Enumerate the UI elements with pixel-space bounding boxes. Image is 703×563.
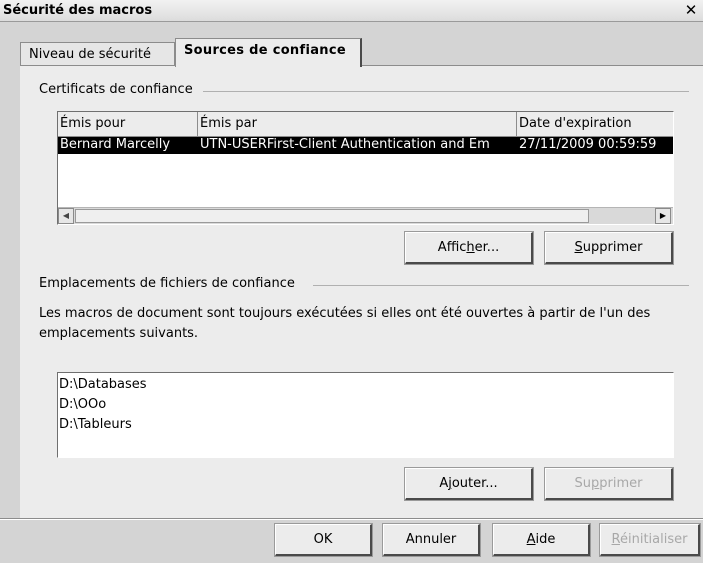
locations-group-label: Emplacements de fichiers de confiance [39,276,299,291]
button-label: upprimer [582,240,643,255]
locations-description: Les macros de document sont toujours exé… [39,306,651,341]
button-accel: R [611,532,620,547]
button-accel: h [466,240,475,255]
tab-security-level[interactable]: Niveau de sécurité [20,42,175,67]
window-title: Sécurité des macros [3,3,153,18]
column-header-issued-by[interactable]: Émis par [198,112,517,137]
button-label: er... [474,240,500,255]
ok-button[interactable]: OK [274,523,373,557]
button-label: primer [599,476,643,491]
group-divider [203,91,689,92]
cell-expiration: 27/11/2009 00:59:59 [519,137,657,152]
cell-issued-to: Bernard Marcelly [60,137,171,152]
column-header-expiration[interactable]: Date d'expiration [517,112,673,137]
list-item[interactable]: D:\OOo [59,395,672,415]
scroll-right-icon[interactable]: ▶ [655,208,671,224]
button-label: outer... [451,476,498,491]
cancel-button[interactable]: Annuler [382,523,481,557]
view-certificate-button[interactable]: Afficher... [404,231,534,265]
button-label: A [439,476,449,491]
button-accel: A [526,532,536,547]
locations-list[interactable]: D:\Databases D:\OOo D:\Tableurs [57,372,674,458]
certificates-table[interactable]: Émis pour Émis par Date d'expiration Ber… [57,111,674,225]
reset-button[interactable]: Réinitialiser [599,523,701,557]
list-item[interactable]: D:\Databases [59,375,672,395]
button-label: éinitialiser [619,532,688,547]
cell-issued-by: UTN-USERFirst-Client Authentication and … [200,137,490,152]
button-accel: S [574,240,583,255]
close-icon[interactable]: ✕ [683,2,699,19]
certificates-group-label: Certificats de confiance [39,82,197,97]
table-row[interactable]: Bernard Marcelly UTN-USERFirst-Client Au… [58,137,673,154]
add-location-button[interactable]: Ajouter... [404,467,534,501]
column-header-issued-to[interactable]: Émis pour [58,112,198,137]
title-bar: Sécurité des macros ✕ [0,0,703,22]
help-button[interactable]: Aide [492,523,591,557]
horizontal-scrollbar[interactable]: ◀ ▶ [58,207,673,224]
button-label: ide [535,532,556,547]
list-item[interactable]: D:\Tableurs [59,415,672,435]
table-header: Émis pour Émis par Date d'expiration [58,112,673,137]
button-label: Affic [437,240,467,255]
remove-certificate-button[interactable]: Supprimer [544,231,674,265]
scroll-left-icon[interactable]: ◀ [58,208,74,224]
footer-divider [0,518,703,520]
scrollbar-thumb[interactable] [75,209,589,223]
remove-location-button[interactable]: Supprimer [544,467,674,501]
group-divider [313,285,689,286]
tab-trusted-sources[interactable]: Sources de confiance [175,38,362,67]
button-label: Su [574,476,592,491]
